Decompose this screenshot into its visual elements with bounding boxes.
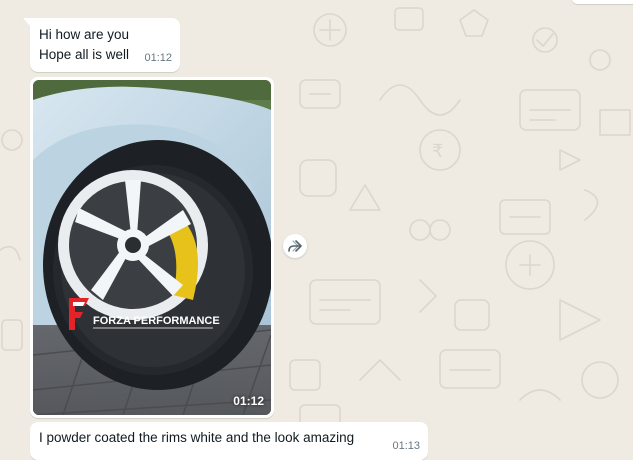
svg-text:₹: ₹ [432,141,443,161]
message-timestamp: 01:12 [144,52,172,64]
message-text: I powder coated the rims white and the l… [39,430,355,445]
incoming-message-greeting[interactable]: Hi how are you Hope all is well 01:12 [23,18,180,72]
message-timestamp: 01:13 [392,440,420,452]
car-wheel-photo: FORZA PERFORMANCE [33,80,271,415]
image-timestamp: 01:12 [233,394,264,408]
message-text: Hi how are you Hope all is well [39,25,129,65]
bubble-tail [23,18,31,27]
forward-icon [288,240,302,252]
message-line: Hi how are you [39,27,130,42]
svg-text:FORZA PERFORMANCE: FORZA PERFORMANCE [93,315,220,327]
message-photo[interactable]: FORZA PERFORMANCE 01:12 [33,80,271,415]
previous-message-bubble [571,0,633,4]
incoming-message-caption[interactable]: I powder coated the rims white and the l… [30,422,428,460]
forward-button[interactable] [283,234,307,258]
message-line: Hope all is well [39,47,130,62]
incoming-image-message[interactable]: FORZA PERFORMANCE 01:12 [30,77,274,418]
